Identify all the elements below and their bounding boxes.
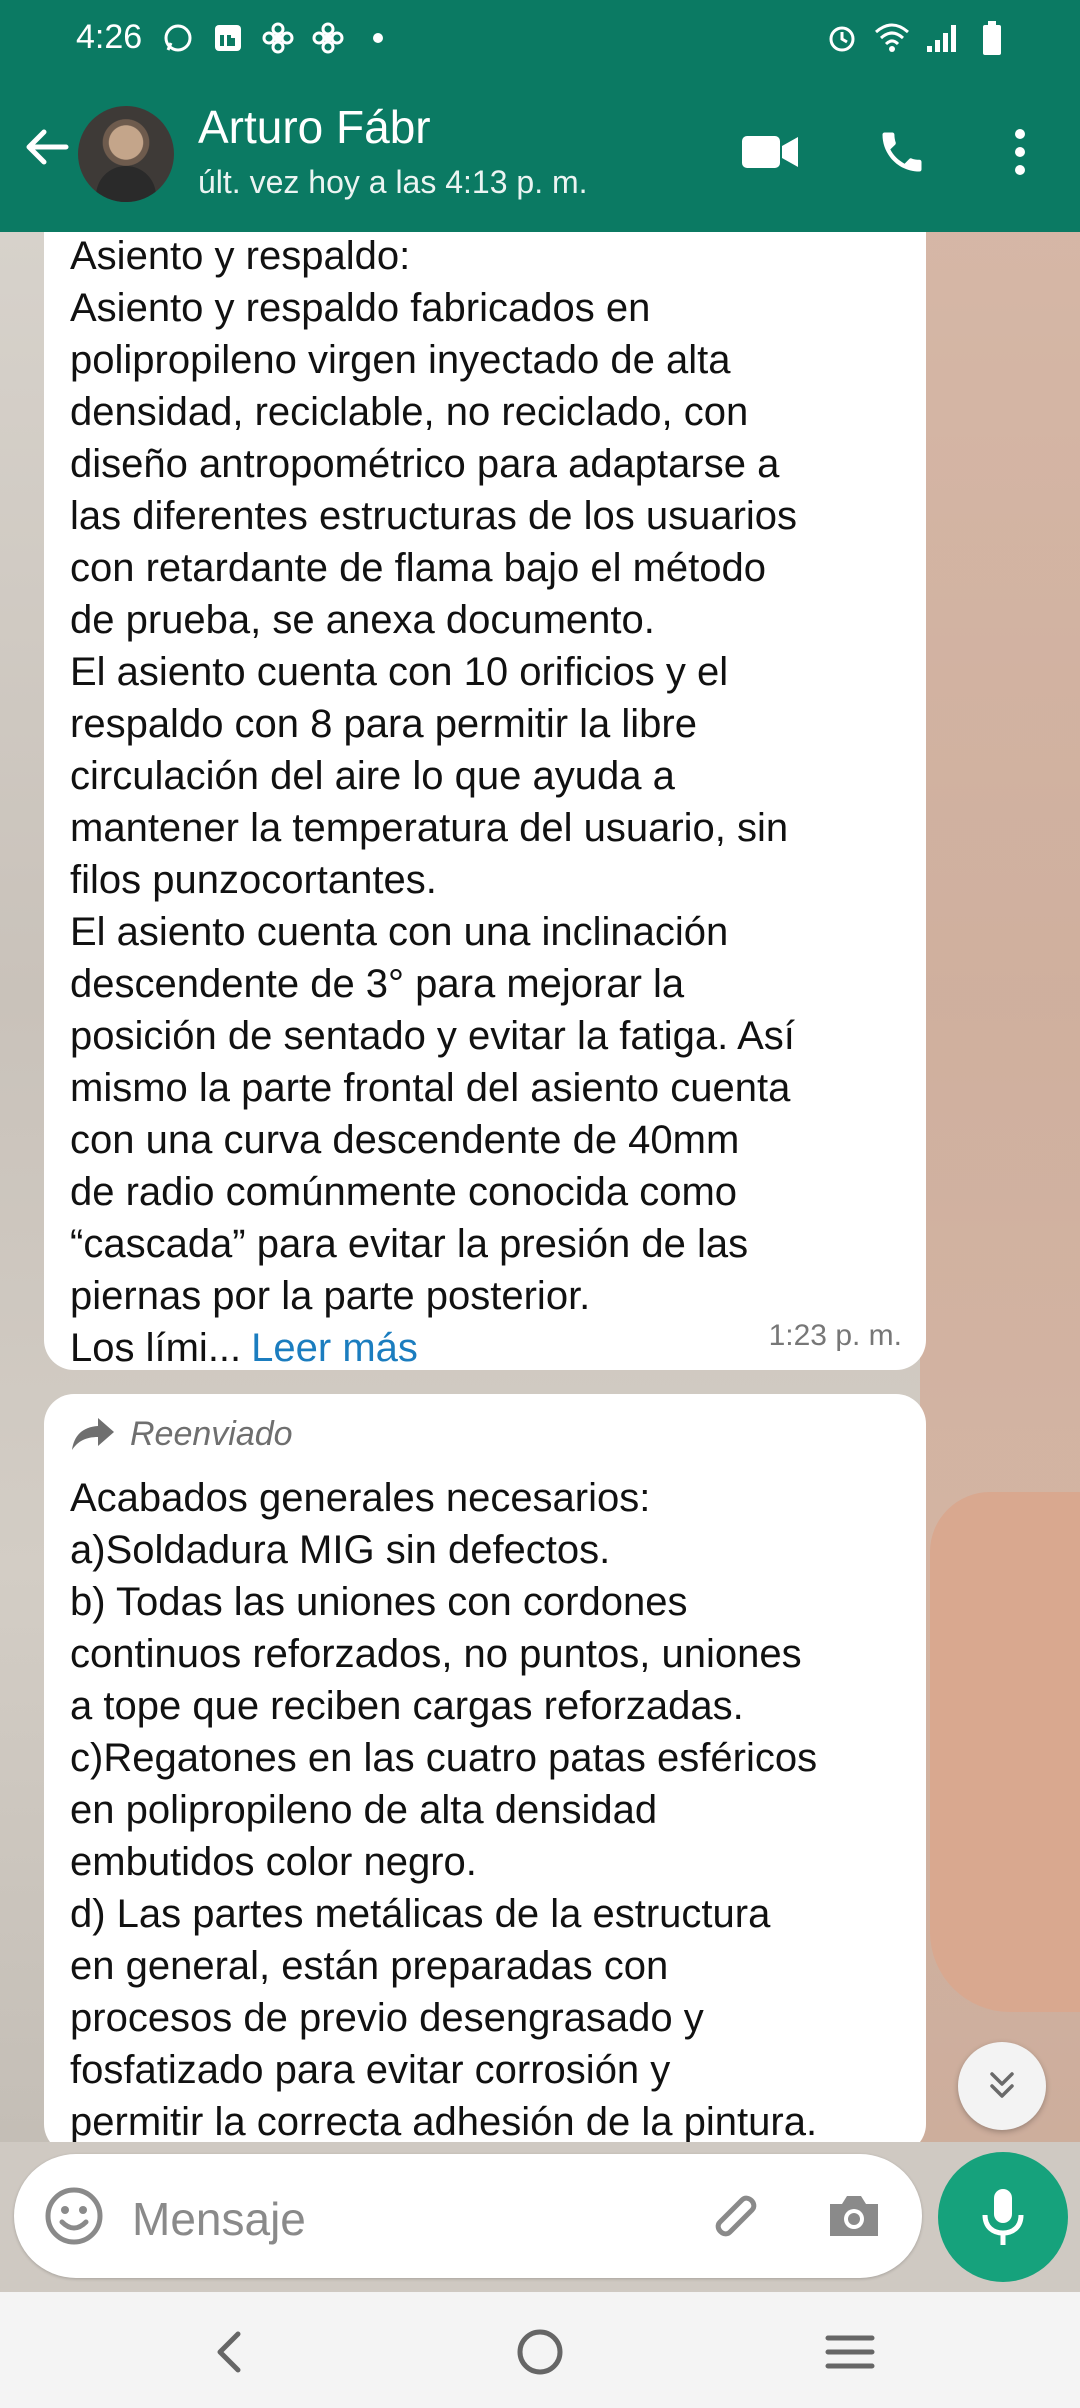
message-line: c)Regatones en las cuatro patas esférico…: [70, 1736, 818, 1780]
nav-back-icon[interactable]: [196, 2320, 260, 2384]
read-more-link[interactable]: Leer más: [251, 1322, 418, 1374]
message-line: d) Las partes metálicas de la estructura: [70, 1892, 771, 1936]
message-line: con una curva descendente de 40mm: [70, 1118, 740, 1162]
message-line: diseño antropométrico para adaptarse a: [70, 442, 780, 486]
camera-icon[interactable]: [822, 2184, 886, 2248]
forwarded-label: Reenviado: [70, 1410, 900, 1458]
message-time: 1:23 p. m.: [768, 1319, 902, 1352]
nav-home-icon[interactable]: [508, 2320, 572, 2384]
message-line: respaldo con 8 para permitir la libre: [70, 702, 697, 746]
message-line: Asiento y respaldo:: [70, 234, 411, 278]
attach-icon[interactable]: [704, 2184, 768, 2248]
message-line: procesos de previo desengrasado y: [70, 1996, 704, 2040]
chat-area[interactable]: Asiento y respaldo: Asiento y respaldo fa…: [0, 232, 1080, 2142]
chat-header: Arturo Fábr últ. vez hoy a las 4:13 p. m…: [0, 78, 1080, 232]
forwarded-text: Reenviado: [130, 1415, 293, 1453]
dot-icon: [360, 20, 396, 56]
message-line: las diferentes estructuras de los usuari…: [70, 494, 798, 538]
message-line: densidad, reciclable, no reciclado, con: [70, 390, 749, 434]
composer: Mensaje: [0, 2142, 1080, 2292]
status-time: 4:26: [76, 18, 143, 56]
message-line: de prueba, se anexa documento.: [70, 598, 655, 642]
contact-name[interactable]: Arturo Fábr: [198, 100, 431, 154]
mic-button[interactable]: [938, 2152, 1068, 2282]
message-line: de radio comúnmente conocida como: [70, 1170, 738, 1214]
battery-icon: [974, 20, 1010, 56]
message-bubble[interactable]: Asiento y respaldo: Asiento y respaldo fa…: [44, 232, 926, 1370]
system-nav-bar: [0, 2292, 1080, 2408]
message-line: continuos reforzados, no puntos, uniones: [70, 1632, 802, 1676]
top-bar: 4:26 Arturo Fábr últ. vez hoy a las 4:13…: [0, 0, 1080, 232]
double-chevron-down-icon: [990, 2072, 1014, 2098]
message-line: embutidos color negro.: [70, 1840, 477, 1884]
message-line: circulación del aire lo que ayuda a: [70, 754, 675, 798]
back-arrow-icon[interactable]: [20, 120, 74, 174]
alarm-icon: [824, 20, 860, 56]
message-line: a tope que reciben cargas reforzadas.: [70, 1684, 744, 1728]
fan-icon: [260, 20, 296, 56]
wallpaper-decor: [930, 1492, 1080, 2012]
mic-icon: [982, 2189, 1024, 2245]
status-notification-icons: [160, 20, 396, 56]
message-input[interactable]: Mensaje: [14, 2154, 922, 2278]
message-text: Asiento y respaldo: Asiento y respaldo fa…: [70, 232, 900, 1322]
forward-icon: [72, 1418, 114, 1450]
message-line: con retardante de flama bajo el método: [70, 546, 766, 590]
message-line: El asiento cuenta con 10 orificios y el: [70, 650, 729, 694]
message-line: permitir la correcta adhesión de la pint…: [70, 2100, 818, 2142]
status-system-icons: [824, 20, 1010, 56]
message-line: descendente de 3° para mejorar la: [70, 962, 685, 1006]
phone-icon[interactable]: [870, 120, 934, 184]
message-line: El asiento cuenta con una inclinación: [70, 910, 729, 954]
message-line: filos punzocortantes.: [70, 858, 437, 902]
message-text: Acabados generales necesarios: a)Soldadur…: [70, 1472, 900, 2142]
video-call-icon[interactable]: [738, 120, 802, 184]
signal-icon: [924, 20, 960, 56]
truncated-text: Los lími...: [70, 1326, 242, 1370]
wifi-icon: [874, 20, 910, 56]
message-line: mantener la temperatura del usuario, sin: [70, 806, 789, 850]
message-line: Asiento y respaldo fabricados en: [70, 286, 651, 330]
emoji-icon[interactable]: [42, 2184, 106, 2248]
message-line: b) Todas las uniones con cordones: [70, 1580, 688, 1624]
message-line: en polipropileno de alta densidad: [70, 1788, 658, 1832]
message-bubble[interactable]: Reenviado Acabados generales necesarios:…: [44, 1394, 926, 2142]
message-line: polipropileno virgen inyectado de alta: [70, 338, 731, 382]
message-line: fosfatizado para evitar corrosión y: [70, 2048, 671, 2092]
message-line: a)Soldadura MIG sin defectos.: [70, 1528, 611, 1572]
nav-recents-icon[interactable]: [818, 2320, 882, 2384]
status-bar: 4:26: [0, 0, 1080, 78]
message-line: “cascada” para evitar la presión de las: [70, 1222, 749, 1266]
scroll-down-button[interactable]: [958, 2042, 1046, 2130]
last-seen: últ. vez hoy a las 4:13 p. m.: [198, 164, 588, 200]
avatar[interactable]: [78, 106, 174, 202]
message-placeholder: Mensaje: [132, 2193, 306, 2245]
message-line: posición de sentado y evitar la fatiga. …: [70, 1014, 795, 1058]
message-line: en general, están preparadas con: [70, 1944, 669, 1988]
message-line: Acabados generales necesarios:: [70, 1476, 651, 1520]
fan-icon: [310, 20, 346, 56]
whatsapp-icon: [160, 20, 196, 56]
linkedin-icon: [210, 20, 246, 56]
more-vert-icon[interactable]: [988, 120, 1052, 184]
message-line: mismo la parte frontal del asiento cuent…: [70, 1066, 791, 1110]
